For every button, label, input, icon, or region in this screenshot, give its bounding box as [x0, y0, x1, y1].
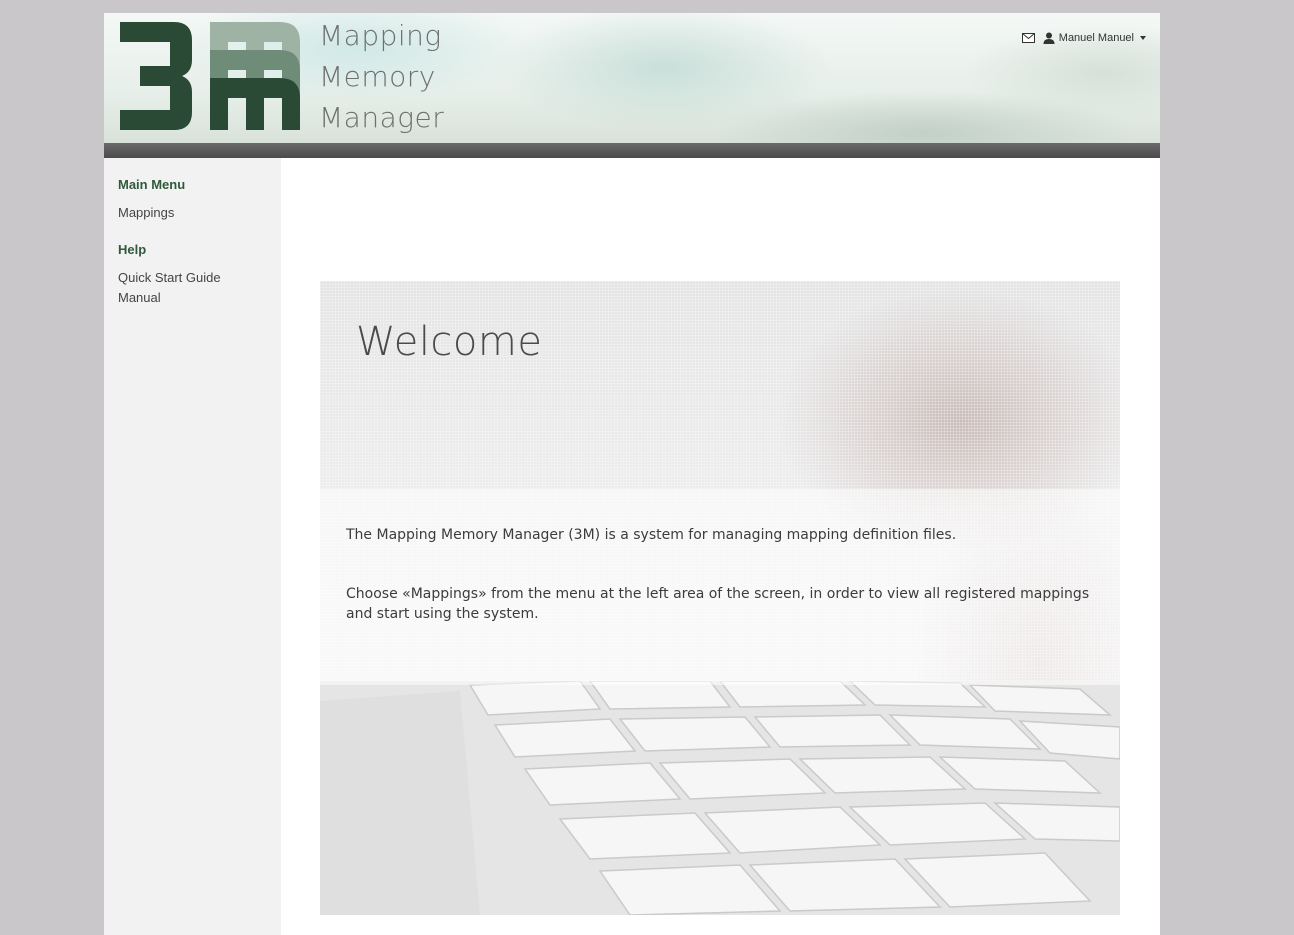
sidebar-heading-help: Help	[118, 242, 147, 257]
mail-icon[interactable]	[1021, 33, 1035, 43]
welcome-paragraph-2: Choose «Mappings» from the menu at the l…	[346, 586, 1090, 622]
user-area: Manuel Manuel	[1021, 32, 1146, 44]
caret-down-icon	[1140, 36, 1146, 40]
app-name-line-3: Manager	[319, 101, 445, 134]
sidebar-item-quick-start-guide[interactable]: Quick Start Guide	[118, 270, 221, 285]
user-name: Manuel Manuel	[1058, 32, 1134, 44]
welcome-paragraph-1: The Mapping Memory Manager (3M) is a sys…	[346, 527, 957, 543]
sidebar-item-manual[interactable]: Manual	[118, 290, 161, 305]
sidebar: Main Menu Mappings Help Quick Start Guid…	[104, 158, 281, 935]
welcome-title: Welcome	[356, 319, 543, 365]
page-container: Mapping Memory Manager Manuel Manuel Mai…	[104, 13, 1160, 935]
app-name-line-1: Mapping	[319, 19, 442, 52]
app-name-line-2: Memory	[319, 60, 436, 93]
user-icon	[1043, 32, 1055, 44]
sidebar-item-mappings[interactable]: Mappings	[118, 205, 174, 220]
keyboard-background-image	[320, 681, 1120, 915]
welcome-panel: Welcome The Mapping Memory Manager (3M) …	[320, 281, 1120, 915]
sidebar-heading-main-menu: Main Menu	[118, 177, 186, 192]
app-name: Mapping Memory Manager	[319, 15, 444, 138]
3m-logo	[120, 22, 300, 130]
user-menu-dropdown[interactable]: Manuel Manuel	[1043, 32, 1146, 44]
header-divider-bar	[104, 143, 1160, 158]
header: Mapping Memory Manager Manuel Manuel	[104, 13, 1160, 143]
